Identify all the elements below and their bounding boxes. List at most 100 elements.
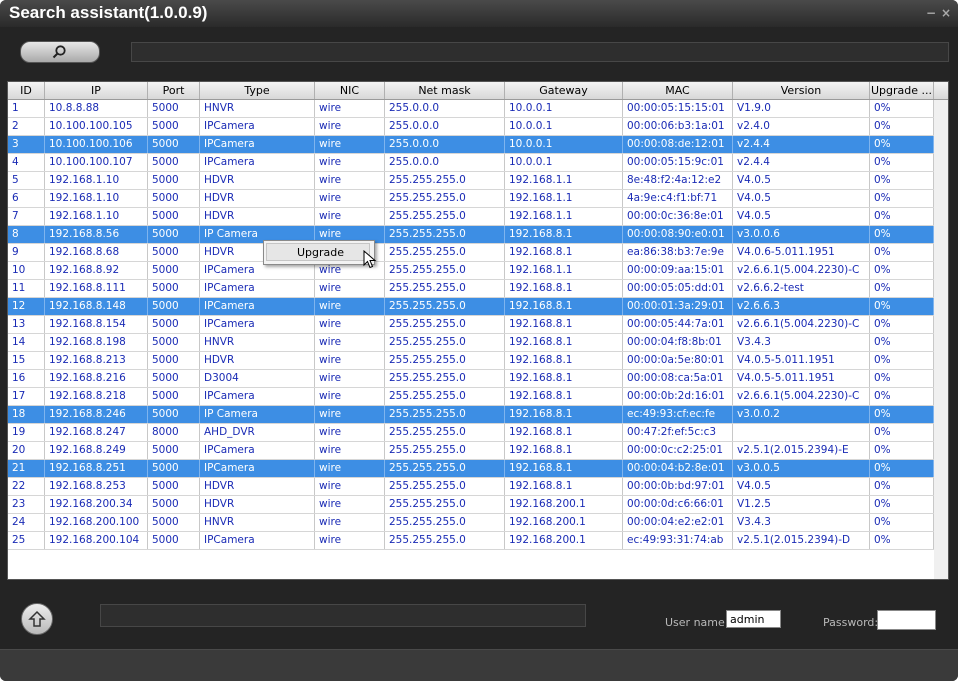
cell-nic: wire xyxy=(315,478,385,495)
cell-port: 5000 xyxy=(148,478,200,495)
cell-ver: v3.0.0.5 xyxy=(733,460,870,477)
cell-up: 0% xyxy=(870,190,934,207)
cell-mac: 00:00:08:90:e0:01 xyxy=(623,226,733,243)
table-row[interactable]: 3 10.100.100.106 5000 IPCamera wire 255.0.0.0… xyxy=(8,136,934,154)
password-input[interactable] xyxy=(877,610,936,630)
cell-ver: V4.0.6-5.011.1951 xyxy=(733,244,870,261)
cell-mac: 00:00:04:b2:8e:01 xyxy=(623,460,733,477)
table-row[interactable]: 1 10.8.8.88 5000 HNVR wire 255.0.0.0 10.0.0.1 0… xyxy=(8,100,934,118)
cell-mac: 4a:9e:c4:f1:bf:71 xyxy=(623,190,733,207)
table-row[interactable]: 10 192.168.8.92 5000 IPCamera wire 255.255.25… xyxy=(8,262,934,280)
cell-up: 0% xyxy=(870,424,934,441)
cell-ip: 192.168.8.92 xyxy=(45,262,148,279)
column-header[interactable]: MAC xyxy=(623,82,733,99)
cell-id: 23 xyxy=(8,496,45,513)
table-row[interactable]: 4 10.100.100.107 5000 IPCamera wire 255.0.0.0… xyxy=(8,154,934,172)
table-row[interactable]: 14 192.168.8.198 5000 HNVR wire 255.255.255.0… xyxy=(8,334,934,352)
close-button[interactable]: × xyxy=(941,6,951,20)
cell-gw: 192.168.1.1 xyxy=(505,262,623,279)
table-row[interactable]: 2 10.100.100.105 5000 IPCamera wire 255.0.0.0… xyxy=(8,118,934,136)
cell-ip: 192.168.1.10 xyxy=(45,172,148,189)
username-label: User name: xyxy=(665,616,729,629)
cell-id: 11 xyxy=(8,280,45,297)
cell-ip: 192.168.8.253 xyxy=(45,478,148,495)
table-row[interactable]: 18 192.168.8.246 5000 IP Camera wire 255.255.… xyxy=(8,406,934,424)
cell-mask: 255.255.255.0 xyxy=(385,262,505,279)
table-row[interactable]: 13 192.168.8.154 5000 IPCamera wire 255.255.2… xyxy=(8,316,934,334)
cell-mac: 00:00:0d:c6:66:01 xyxy=(623,496,733,513)
cell-port: 5000 xyxy=(148,316,200,333)
cell-mask: 255.255.255.0 xyxy=(385,190,505,207)
column-header[interactable]: NIC xyxy=(315,82,385,99)
cell-gw: 10.0.0.1 xyxy=(505,154,623,171)
table-row[interactable]: 6 192.168.1.10 5000 HDVR wire 255.255.255.0 19… xyxy=(8,190,934,208)
table-row[interactable]: 15 192.168.8.213 5000 HDVR wire 255.255.255.0… xyxy=(8,352,934,370)
table-row[interactable]: 9192.168.8.685000HDVRwire255.255.255.019… xyxy=(8,244,934,262)
column-header[interactable]: Type xyxy=(200,82,315,99)
column-header[interactable]: Port xyxy=(148,82,200,99)
cell-ver: v3.0.0.6 xyxy=(733,226,870,243)
table-row[interactable]: 20 192.168.8.249 5000 IPCamera wire 255.255.2… xyxy=(8,442,934,460)
cell-mask: 255.255.255.0 xyxy=(385,280,505,297)
table-row[interactable]: 8 192.168.8.56 5000 IP Camera wire 255.255.25… xyxy=(8,226,934,244)
cell-nic: wire xyxy=(315,118,385,135)
cell-id: 9 xyxy=(8,244,45,261)
cell-up: 0% xyxy=(870,388,934,405)
cell-ver: v3.0.0.2 xyxy=(733,406,870,423)
cell-mask: 255.255.255.0 xyxy=(385,496,505,513)
table-row[interactable]: 11 192.168.8.111 5000 IPCamera wire 255.255.2… xyxy=(8,280,934,298)
cell-ip: 192.168.200.34 xyxy=(45,496,148,513)
minimize-button[interactable]: − xyxy=(926,6,936,20)
table-row[interactable]: 12 192.168.8.148 5000 IPCamera wire 255.255.2… xyxy=(8,298,934,316)
column-header[interactable]: Upgrade ... xyxy=(870,82,934,99)
cell-type: AHD_DVR xyxy=(200,424,315,441)
cell-gw: 192.168.8.1 xyxy=(505,334,623,351)
cell-ver: v2.6.6.1(5.004.2230)-C xyxy=(733,388,870,405)
table-row[interactable]: 19 192.168.8.247 8000 AHD_DVR wire 255.255.25… xyxy=(8,424,934,442)
upgrade-path-field[interactable] xyxy=(100,604,586,627)
cell-type: HDVR xyxy=(200,208,315,225)
table-row[interactable]: 5 192.168.1.10 5000 HDVR wire 255.255.255.0 19… xyxy=(8,172,934,190)
context-menu-upgrade[interactable]: Upgrade xyxy=(266,243,370,261)
cell-id: 8 xyxy=(8,226,45,243)
table-row[interactable]: 22 192.168.8.253 5000 HDVR wire 255.255.255.0… xyxy=(8,478,934,496)
cell-gw: 192.168.8.1 xyxy=(505,226,623,243)
cell-id: 1 xyxy=(8,100,45,117)
cell-nic: wire xyxy=(315,190,385,207)
cell-nic: wire xyxy=(315,460,385,477)
cell-up: 0% xyxy=(870,118,934,135)
username-input[interactable]: admin xyxy=(726,610,781,628)
cell-type: IPCamera xyxy=(200,118,315,135)
cell-mac: 00:00:05:05:dd:01 xyxy=(623,280,733,297)
search-button[interactable] xyxy=(20,41,100,63)
cell-id: 12 xyxy=(8,298,45,315)
column-header[interactable]: Net mask xyxy=(385,82,505,99)
table-row[interactable]: 21 192.168.8.251 5000 IPCamera wire 255.255.2… xyxy=(8,460,934,478)
column-header[interactable]: Version xyxy=(733,82,870,99)
cell-type: HNVR xyxy=(200,514,315,531)
password-label: Password: xyxy=(823,616,879,629)
cell-mask: 255.255.255.0 xyxy=(385,316,505,333)
table-row[interactable]: 24 192.168.200.100 5000 HNVR wire 255.255.255… xyxy=(8,514,934,532)
table-row[interactable]: 7 192.168.1.10 5000 HDVR wire 255.255.255.0 19… xyxy=(8,208,934,226)
cell-mask: 255.255.255.0 xyxy=(385,514,505,531)
cell-mac: 00:00:0b:2d:16:01 xyxy=(623,388,733,405)
cell-gw: 192.168.8.1 xyxy=(505,316,623,333)
cell-id: 21 xyxy=(8,460,45,477)
cell-up: 0% xyxy=(870,442,934,459)
column-header[interactable]: Gateway xyxy=(505,82,623,99)
column-header[interactable]: ID xyxy=(8,82,45,99)
table-row[interactable]: 17 192.168.8.218 5000 IPCamera wire 255.255.2… xyxy=(8,388,934,406)
table-row[interactable]: 16 192.168.8.216 5000 D3004 wire 255.255.255.… xyxy=(8,370,934,388)
column-header[interactable]: IP xyxy=(45,82,148,99)
table-row[interactable]: 23 192.168.200.34 5000 HDVR wire 255.255.255.… xyxy=(8,496,934,514)
vertical-scrollbar[interactable] xyxy=(934,100,948,579)
cell-ip: 192.168.8.154 xyxy=(45,316,148,333)
table-row[interactable]: 25 192.168.200.104 5000 IPCamera wire 255.255… xyxy=(8,532,934,550)
search-input[interactable] xyxy=(131,42,949,62)
cell-port: 5000 xyxy=(148,442,200,459)
cell-mask: 255.255.255.0 xyxy=(385,460,505,477)
cell-ip: 192.168.8.218 xyxy=(45,388,148,405)
cell-ip: 192.168.8.111 xyxy=(45,280,148,297)
upgrade-file-button[interactable] xyxy=(21,603,53,635)
